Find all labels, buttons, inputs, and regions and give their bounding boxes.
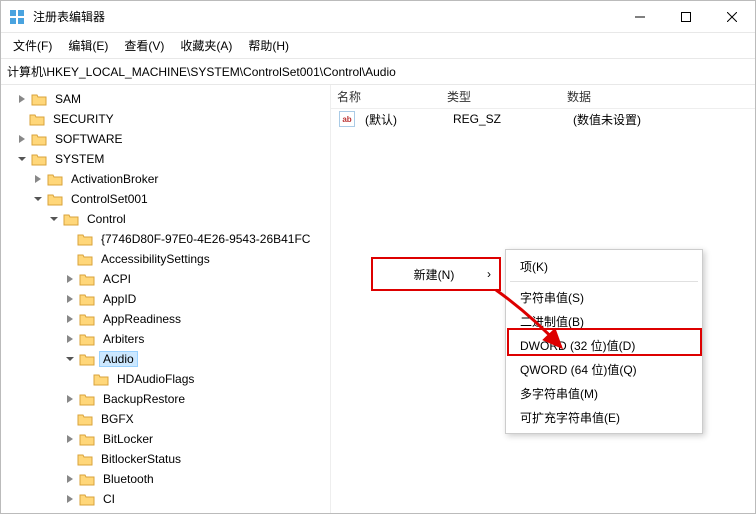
tree-node-activationbroker[interactable]: ActivationBroker — [1, 169, 330, 189]
tree-node-system[interactable]: SYSTEM — [1, 149, 330, 169]
context-item-qword[interactable]: QWORD (64 位)值(Q) — [506, 357, 702, 381]
tree-node-guidkey[interactable]: {7746D80F-97E0-4E26-9543-26B41FC — [1, 229, 330, 249]
folder-icon — [47, 192, 63, 206]
tree-node-ci[interactable]: CI — [1, 489, 330, 509]
context-item-expandstring[interactable]: 可扩充字符串值(E) — [506, 405, 702, 429]
list-row[interactable]: ab (默认) REG_SZ (数值未设置) — [331, 109, 755, 129]
tree-node-software[interactable]: SOFTWARE — [1, 129, 330, 149]
context-menu-new[interactable]: 新建(N) › — [371, 257, 501, 291]
value-list-pane: 名称 类型 数据 ab (默认) REG_SZ (数值未设置) 新建(N) › … — [331, 85, 755, 513]
tree-node-bitlockerstatus[interactable]: BitlockerStatus — [1, 449, 330, 469]
chevron-down-icon[interactable] — [63, 352, 77, 366]
list-header: 名称 类型 数据 — [331, 85, 755, 109]
tree-node-bluetooth[interactable]: Bluetooth — [1, 469, 330, 489]
context-submenu-new: 项(K) 字符串值(S) 二进制值(B) DWORD (32 位)值(D) QW… — [505, 249, 703, 434]
value-type: REG_SZ — [447, 112, 567, 126]
menu-file[interactable]: 文件(F) — [5, 35, 60, 56]
tree-node-appreadiness[interactable]: AppReadiness — [1, 309, 330, 329]
address-bar[interactable]: 计算机\HKEY_LOCAL_MACHINE\SYSTEM\ControlSet… — [1, 59, 755, 85]
menu-view[interactable]: 查看(V) — [116, 35, 172, 56]
context-item-binary[interactable]: 二进制值(B) — [506, 309, 702, 333]
tree-node-appid[interactable]: AppID — [1, 289, 330, 309]
maximize-button[interactable] — [663, 1, 709, 33]
context-item-string[interactable]: 字符串值(S) — [506, 285, 702, 309]
tree-node-sam[interactable]: SAM — [1, 89, 330, 109]
tree-node-accessibilitysettings[interactable]: AccessibilitySettings — [1, 249, 330, 269]
chevron-down-icon[interactable] — [15, 152, 29, 166]
col-header-type[interactable]: 类型 — [441, 88, 561, 105]
folder-icon — [79, 352, 95, 366]
address-text: 计算机\HKEY_LOCAL_MACHINE\SYSTEM\ControlSet… — [7, 63, 396, 80]
tree-node-acpi[interactable]: ACPI — [1, 269, 330, 289]
context-item-multistring[interactable]: 多字符串值(M) — [506, 381, 702, 405]
value-name: (默认) — [359, 111, 447, 128]
folder-icon — [79, 392, 95, 406]
col-header-name[interactable]: 名称 — [331, 88, 441, 105]
menu-favorites[interactable]: 收藏夹(A) — [172, 35, 240, 56]
menu-bar: 文件(F) 编辑(E) 查看(V) 收藏夹(A) 帮助(H) — [1, 33, 755, 59]
menu-edit[interactable]: 编辑(E) — [60, 35, 116, 56]
folder-icon — [77, 412, 93, 426]
col-header-data[interactable]: 数据 — [561, 88, 755, 105]
chevron-down-icon[interactable] — [47, 212, 61, 226]
tree-node-controlset001[interactable]: ControlSet001 — [1, 189, 330, 209]
folder-icon — [47, 172, 63, 186]
tree-node-hdaudioflags[interactable]: HDAudioFlags — [1, 369, 330, 389]
folder-icon — [79, 292, 95, 306]
menu-help[interactable]: 帮助(H) — [240, 35, 297, 56]
tree-node-control[interactable]: Control — [1, 209, 330, 229]
folder-icon — [29, 112, 45, 126]
folder-icon — [79, 492, 95, 506]
folder-icon — [79, 312, 95, 326]
folder-icon — [31, 92, 47, 106]
close-button[interactable] — [709, 1, 755, 33]
value-data: (数值未设置) — [567, 111, 755, 128]
folder-icon — [79, 272, 95, 286]
tree-node-bgfx[interactable]: BGFX — [1, 409, 330, 429]
folder-icon — [31, 152, 47, 166]
tree-pane[interactable]: SAM SECURITY SOFTWARE SYSTEM ActivationB… — [1, 85, 331, 513]
tree-node-backuprestore[interactable]: BackupRestore — [1, 389, 330, 409]
window-title: 注册表编辑器 — [33, 8, 617, 25]
chevron-down-icon[interactable] — [31, 192, 45, 206]
app-icon — [9, 9, 25, 25]
folder-icon — [79, 432, 95, 446]
tree-node-audio[interactable]: Audio — [1, 349, 330, 369]
context-item-dword[interactable]: DWORD (32 位)值(D) — [506, 333, 702, 357]
folder-icon — [79, 472, 95, 486]
folder-icon — [93, 372, 109, 386]
chevron-right-icon: › — [487, 267, 491, 281]
tree-node-bitlocker[interactable]: BitLocker — [1, 429, 330, 449]
folder-icon — [77, 252, 93, 266]
folder-icon — [77, 232, 93, 246]
content-area: SAM SECURITY SOFTWARE SYSTEM ActivationB… — [1, 85, 755, 513]
folder-icon — [63, 212, 79, 226]
tree-node-arbiters[interactable]: Arbiters — [1, 329, 330, 349]
title-bar: 注册表编辑器 — [1, 1, 755, 33]
folder-icon — [31, 132, 47, 146]
minimize-button[interactable] — [617, 1, 663, 33]
folder-icon — [79, 332, 95, 346]
context-item-key[interactable]: 项(K) — [506, 254, 702, 278]
context-menu-new-label: 新建(N) — [381, 266, 487, 283]
folder-icon — [77, 452, 93, 466]
tree-node-security[interactable]: SECURITY — [1, 109, 330, 129]
reg-string-icon: ab — [339, 111, 355, 127]
menu-separator — [510, 281, 698, 282]
